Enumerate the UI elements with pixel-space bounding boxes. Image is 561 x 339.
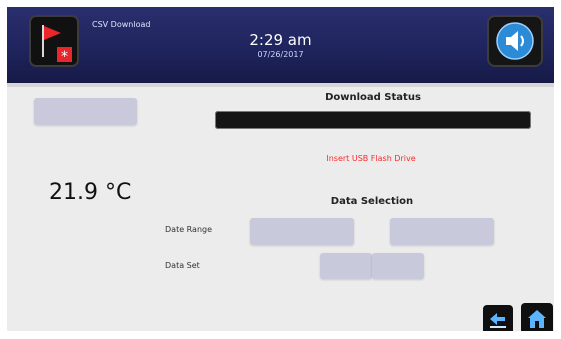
top-left-button[interactable] — [34, 98, 137, 125]
clock-date: 07/26/2017 — [257, 50, 304, 59]
header-divider — [7, 83, 554, 87]
download-status-title: Download Status — [325, 92, 421, 103]
sound-button[interactable] — [487, 15, 543, 67]
status-message: Insert USB Flash Drive — [326, 154, 416, 163]
download-progress-bar — [215, 111, 531, 129]
header-bar: * CSV Download 2:29 am 07/26/2017 — [7, 7, 554, 83]
screen-frame: * CSV Download 2:29 am 07/26/2017 Downlo… — [7, 7, 554, 331]
date-range-label: Date Range — [165, 225, 213, 234]
speaker-icon — [496, 22, 534, 60]
home-icon — [528, 310, 546, 328]
data-set-option-1-button[interactable] — [320, 253, 372, 279]
data-set-label: Data Set — [165, 261, 200, 270]
home-button[interactable] — [521, 303, 553, 331]
clock-time: 2:29 am — [249, 31, 312, 49]
app-title: CSV Download — [92, 20, 151, 29]
date-range-start-button[interactable] — [250, 218, 354, 245]
data-set-option-2-button[interactable] — [372, 253, 424, 279]
temperature-readout: 21.9 °C — [49, 180, 132, 205]
back-arrow-icon — [490, 313, 506, 328]
date-range-end-button[interactable] — [390, 218, 494, 245]
back-button[interactable] — [483, 305, 513, 331]
data-selection-title: Data Selection — [330, 196, 414, 207]
